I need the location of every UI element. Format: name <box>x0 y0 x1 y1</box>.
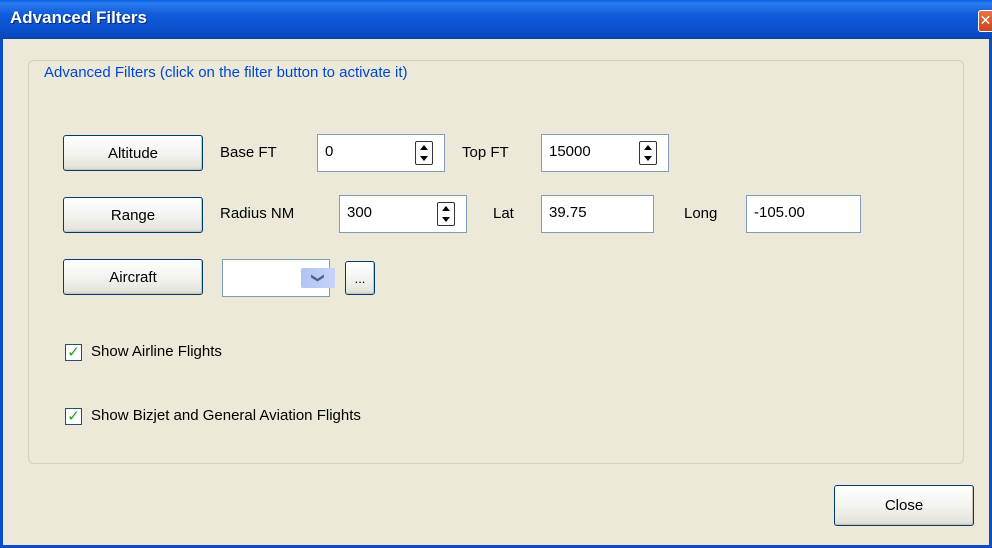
aircraft-button[interactable]: Aircraft <box>63 259 203 295</box>
base-ft-value: 0 <box>325 143 334 160</box>
show-airline-label[interactable]: Show Airline Flights <box>91 343 222 360</box>
top-ft-spinner[interactable] <box>639 141 657 165</box>
lat-value: 39.75 <box>549 204 587 221</box>
close-window-icon[interactable]: ✕ <box>978 10 992 32</box>
radius-nm-spinner[interactable] <box>437 202 455 226</box>
base-ft-label: Base FT <box>220 144 277 161</box>
long-value: -105.00 <box>754 204 805 221</box>
title-bar[interactable]: Advanced Filters ✕ <box>0 0 992 39</box>
range-button[interactable]: Range <box>63 197 203 233</box>
show-bizjet-label[interactable]: Show Bizjet and General Aviation Flights <box>91 407 361 424</box>
show-airline-checkbox[interactable]: ✓ <box>65 344 82 361</box>
show-bizjet-checkbox[interactable]: ✓ <box>65 408 82 425</box>
spin-down-icon[interactable] <box>641 153 655 163</box>
long-input[interactable]: -105.00 <box>746 195 861 233</box>
spin-down-icon[interactable] <box>439 214 453 224</box>
radius-nm-label: Radius NM <box>220 205 295 222</box>
lat-input[interactable]: 39.75 <box>541 195 654 233</box>
top-ft-label: Top FT <box>462 144 509 161</box>
window-frame-left <box>0 39 3 548</box>
top-ft-value: 15000 <box>549 143 591 160</box>
base-ft-spinner[interactable] <box>415 141 433 165</box>
close-button[interactable]: Close <box>834 485 974 526</box>
spin-down-icon[interactable] <box>417 153 431 163</box>
lat-label: Lat <box>493 205 514 222</box>
altitude-button[interactable]: Altitude <box>63 135 203 171</box>
chevron-down-icon[interactable]: ❯ <box>301 268 335 288</box>
long-label: Long <box>684 205 718 222</box>
radius-nm-value: 300 <box>347 204 373 221</box>
window-title: Advanced Filters <box>10 8 147 27</box>
aircraft-browse-button[interactable]: ... <box>345 261 375 295</box>
aircraft-dropdown[interactable]: ❯ <box>222 259 335 297</box>
filters-group-legend: Advanced Filters (click on the filter bu… <box>40 64 412 81</box>
